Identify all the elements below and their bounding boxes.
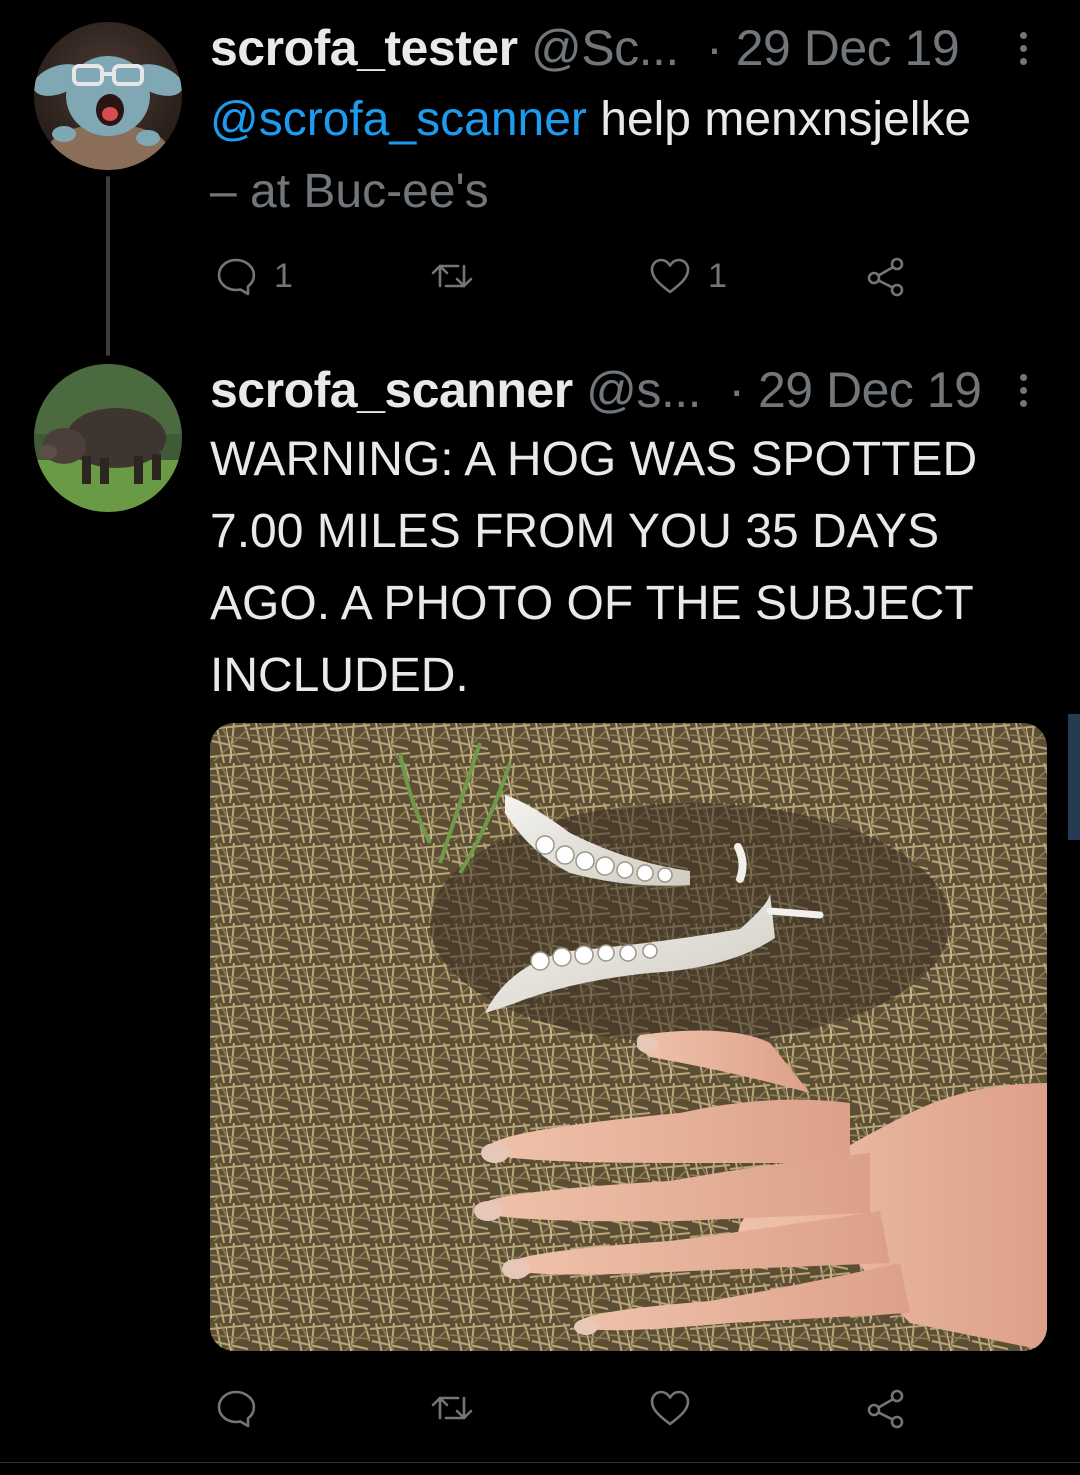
reply-count: 1 — [274, 256, 293, 295]
divider — [0, 1462, 1080, 1463]
retweet-icon — [431, 1396, 473, 1420]
scrollbar[interactable] — [1068, 714, 1080, 840]
hog-jawbone-and-hand-photo-icon — [210, 723, 1047, 1351]
reply-button[interactable]: 1 — [212, 246, 293, 306]
handle[interactable]: @Sc... — [531, 20, 679, 76]
handle[interactable]: @s... — [586, 362, 701, 418]
more-icon[interactable] — [1016, 32, 1030, 71]
tweet-text-line: 7.00 MILES FROM YOU 35 DAYS — [210, 505, 940, 558]
reply-button[interactable] — [212, 1378, 274, 1438]
tweet-text-line: INCLUDED. — [210, 649, 469, 702]
display-name[interactable]: scrofa_scanner — [210, 362, 573, 418]
retweet-icon — [431, 264, 473, 288]
mention-link[interactable]: @scrofa_scanner — [210, 93, 587, 146]
display-name[interactable]: scrofa_tester — [210, 20, 518, 76]
tweet-header: scrofa_scanner @s... · 29 Dec 19 — [210, 362, 982, 418]
tweet-media-photo[interactable] — [210, 723, 1047, 1351]
share-icon — [867, 257, 904, 297]
like-button[interactable]: 1 — [646, 246, 727, 306]
reply-icon — [217, 258, 256, 296]
location-text[interactable]: – at Buc-ee's — [210, 156, 971, 228]
like-count: 1 — [708, 256, 727, 295]
share-icon — [867, 1389, 904, 1429]
tweet-actions: 1 1 — [0, 246, 1080, 306]
tweet-date[interactable]: · 29 Dec 19 — [728, 362, 981, 418]
tweet-text-main: help menxnsjelke — [586, 93, 972, 146]
more-icon[interactable] — [1016, 374, 1030, 413]
tweet-date[interactable]: · 29 Dec 19 — [706, 20, 959, 76]
wild-boar-avatar-icon — [34, 364, 182, 512]
baby-yoda-avatar-icon — [34, 22, 182, 170]
retweet-button[interactable] — [428, 1378, 490, 1438]
retweet-button[interactable] — [428, 246, 490, 306]
avatar[interactable] — [34, 364, 182, 512]
share-button[interactable] — [862, 1378, 910, 1438]
avatar[interactable] — [34, 22, 182, 170]
tweet-text: WARNING: A HOG WAS SPOTTED 7.00 MILES FR… — [210, 424, 977, 712]
tweet-header: scrofa_tester @Sc... · 29 Dec 19 — [210, 20, 960, 76]
tweet-actions — [0, 1378, 1080, 1438]
tweet-text: @scrofa_scanner help menxnsjelke – at Bu… — [210, 84, 971, 228]
like-icon — [650, 258, 690, 294]
tweet-text-line: WARNING: A HOG WAS SPOTTED — [210, 433, 978, 486]
like-icon — [650, 1390, 690, 1426]
tweet-text-line: AGO. A PHOTO OF THE SUBJECT — [210, 577, 974, 630]
share-button[interactable] — [862, 246, 910, 306]
like-button[interactable] — [646, 1378, 708, 1438]
reply-icon — [217, 1390, 256, 1428]
